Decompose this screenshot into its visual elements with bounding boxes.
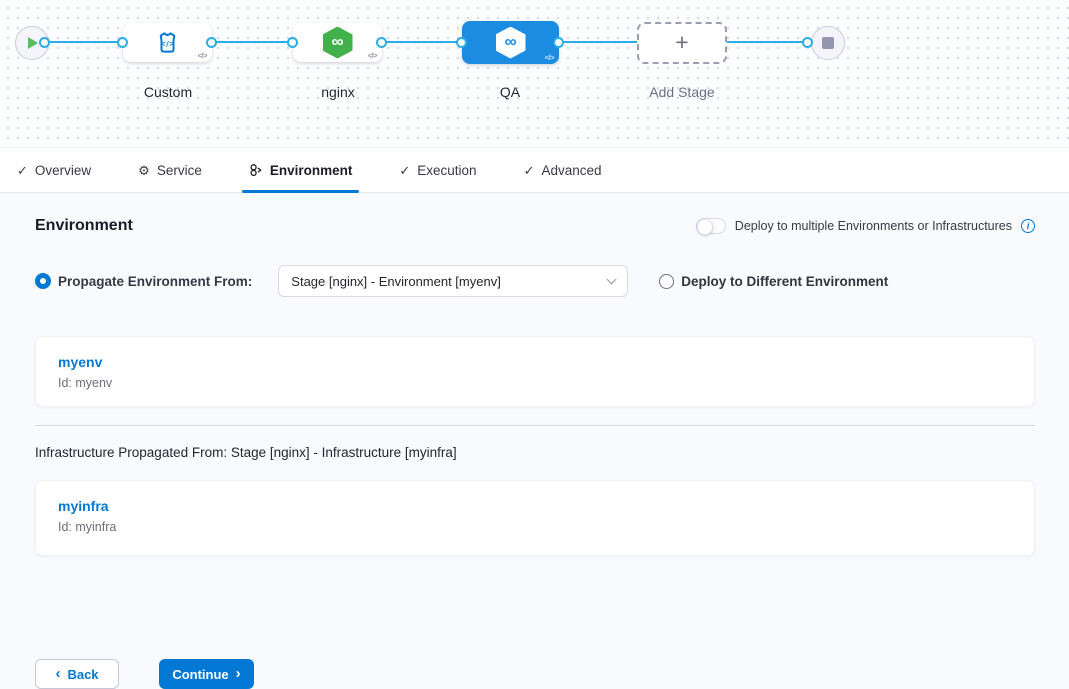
multi-environment-toggle-label: Deploy to multiple Environments or Infra… [735,219,1012,233]
plus-icon: + [675,31,688,54]
connector-port[interactable] [553,37,564,48]
code-icon: </> [545,53,554,62]
environment-card[interactable]: myenv Id: myenv [35,336,1035,407]
tab-execution[interactable]: ✓ Execution [396,148,479,192]
pipeline-canvas: </> </> ∞ </> ∞ </> + Custom nginx QA Ad… [0,0,1069,148]
tab-label: Overview [35,163,91,178]
infrastructure-propagated-note: Infrastructure Propagated From: Stage [n… [35,445,1035,460]
continue-button-label: Continue [172,667,228,682]
chevron-right-icon: › [236,666,241,681]
continue-button[interactable]: Continue › [159,659,254,689]
infrastructure-id: Id: myinfra [58,520,1012,534]
pipeline-end-node[interactable] [811,26,845,60]
tab-label: Execution [417,163,476,178]
chevron-left-icon: ‹ [55,666,60,681]
connector-port[interactable] [287,37,298,48]
connector-port[interactable] [117,37,128,48]
code-icon: </> [198,51,207,60]
connector-port[interactable] [206,37,217,48]
gear-icon: ⚙ [138,164,150,177]
stage-tabbar: ✓ Overview ⚙ Service Environment ✓ Execu… [0,148,1069,193]
stage-label-nginx: nginx [268,84,408,100]
section-divider [35,425,1035,426]
stage-label-custom: Custom [98,84,238,100]
stage-label-qa: QA [440,84,580,100]
harness-cd-icon: ∞ [323,27,353,59]
info-icon[interactable]: i [1021,219,1035,233]
custom-stage-icon: </> [154,29,181,56]
play-icon [26,36,39,50]
propagate-environment-select[interactable]: Stage [nginx] - Environment [myenv] [278,265,628,297]
back-button-label: Back [67,667,98,682]
tab-service[interactable]: ⚙ Service [135,148,205,192]
svg-text:</>: </> [160,39,175,48]
selected-environment-value: Stage [nginx] - Environment [myenv] [291,274,608,289]
propagate-environment-radio[interactable] [35,273,51,289]
check-icon: ✓ [17,164,28,177]
connector-port[interactable] [456,37,467,48]
connector-port[interactable] [376,37,387,48]
environment-name[interactable]: myenv [58,354,1012,370]
different-environment-label: Deploy to Different Environment [681,274,888,289]
tab-advanced[interactable]: ✓ Advanced [521,148,605,192]
infinity-glyph: ∞ [504,33,516,50]
page-title: Environment [35,217,133,235]
stage-custom[interactable]: </> </> [123,23,212,62]
chevron-down-icon [607,274,617,284]
stage-qa[interactable]: ∞ </> [462,21,559,64]
harness-cd-icon: ∞ [496,27,526,59]
check-icon: ✓ [399,164,410,177]
tab-label: Advanced [541,163,601,178]
different-environment-radio[interactable] [659,274,674,289]
connector-port[interactable] [39,37,50,48]
tab-environment[interactable]: Environment [246,148,356,192]
multi-environment-toggle[interactable] [696,218,726,234]
code-icon: </> [368,51,377,60]
environment-id: Id: myenv [58,376,1012,390]
infinity-glyph: ∞ [331,33,343,50]
environment-icon [249,163,263,177]
stop-icon [822,37,834,49]
back-button[interactable]: ‹ Back [35,659,119,689]
infrastructure-card[interactable]: myinfra Id: myinfra [35,480,1035,556]
wizard-footer: ‹ Back Continue › [0,649,1069,689]
stage-nginx[interactable]: ∞ </> [293,23,382,62]
propagate-environment-label: Propagate Environment From: [58,274,252,289]
add-stage-button[interactable]: + [637,22,727,64]
stage-label-add: Add Stage [612,84,752,100]
environment-panel: Environment Deploy to multiple Environme… [0,193,1069,649]
connector-port[interactable] [802,37,813,48]
tab-label: Service [157,163,202,178]
infrastructure-name[interactable]: myinfra [58,498,1012,514]
tab-label: Environment [270,163,353,178]
check-icon: ✓ [524,164,535,177]
tab-overview[interactable]: ✓ Overview [14,148,94,192]
